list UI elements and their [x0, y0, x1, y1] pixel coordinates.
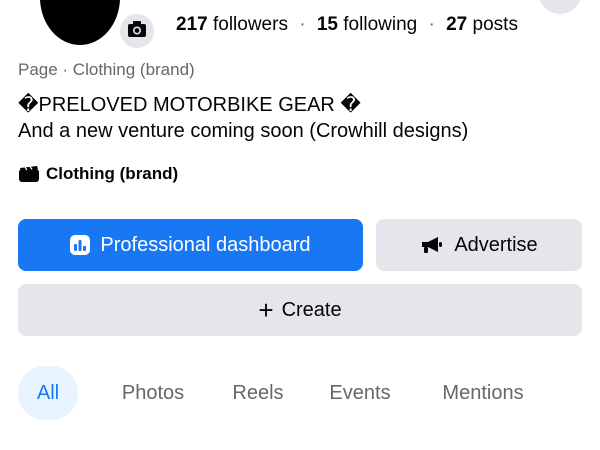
profile-tabs: All Photos Reels Events Mentions [18, 366, 536, 420]
camera-icon [127, 20, 147, 43]
bio-line-1: �PRELOVED MOTORBIKE GEAR � [18, 94, 361, 116]
profile-page: 217 followers · 15 following · 27 posts … [0, 0, 600, 450]
tab-events[interactable]: Events [322, 366, 398, 420]
posts-label: posts [472, 14, 518, 35]
tab-mentions[interactable]: Mentions [430, 366, 536, 420]
followers-count[interactable]: 217 [176, 14, 208, 35]
bio: �PRELOVED MOTORBIKE GEAR � And a new ven… [18, 92, 468, 144]
followers-label[interactable]: followers [213, 14, 288, 35]
advertise-button[interactable]: Advertise [376, 219, 582, 271]
tab-reels[interactable]: Reels [224, 366, 292, 420]
profile-picture[interactable] [40, 0, 120, 45]
megaphone-icon [420, 235, 444, 255]
posts-count: 27 [446, 14, 468, 35]
stats-separator: · [428, 14, 435, 35]
tab-photos[interactable]: Photos [108, 366, 198, 420]
category-info: Clothing (brand) [18, 164, 178, 184]
create-label: Create [281, 298, 342, 321]
professional-dashboard-label: Professional dashboard [100, 233, 311, 256]
advertise-label: Advertise [454, 233, 538, 256]
bio-line-2: And a new venture coming soon (Crowhill … [18, 120, 469, 142]
following-count[interactable]: 15 [317, 14, 338, 35]
stats-separator: · [299, 14, 306, 35]
dashboard-icon [70, 235, 91, 255]
clapperboard-icon [18, 165, 40, 183]
create-button[interactable]: + Create [18, 284, 582, 336]
following-label[interactable]: following [343, 14, 417, 35]
profile-stats: 217 followers · 15 following · 27 posts [176, 14, 518, 36]
page-meta: Page · Clothing (brand) [18, 60, 195, 79]
professional-dashboard-button[interactable]: Professional dashboard [18, 219, 363, 271]
tab-all[interactable]: All [18, 366, 78, 420]
more-options-button[interactable] [538, 0, 582, 14]
category-label: Clothing (brand) [46, 164, 179, 183]
change-profile-photo-button[interactable] [118, 12, 156, 50]
plus-icon: + [258, 294, 274, 325]
